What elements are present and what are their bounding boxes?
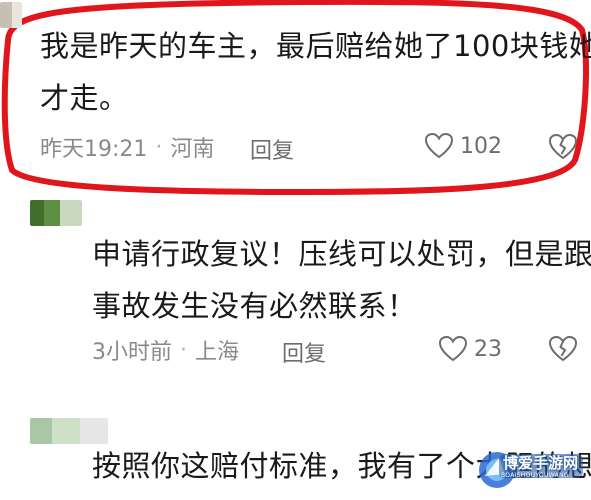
comment-time: 昨天19:21 (40, 137, 148, 162)
heart-icon (438, 335, 468, 362)
comment-text: 申请行政复议！压线可以处罚，但是跟 事故发生没有必然联系！ (92, 228, 591, 332)
comment-text: 按照你这赔付标准，我有了个大胆的想 (92, 440, 591, 492)
comment-line: 才走。 (40, 81, 129, 115)
comment-meta: 3小时前 · 上海 (92, 335, 240, 366)
comment-line: 按照你这赔付标准，我有了个大胆的想 (92, 449, 591, 483)
meta-separator: · (155, 134, 163, 160)
comment-location: 河南 (170, 137, 215, 162)
like-count: 23 (474, 336, 502, 362)
comment-time: 3小时前 (92, 340, 172, 365)
reply-button[interactable]: 回复 (282, 336, 326, 368)
like-count: 102 (460, 133, 502, 159)
broken-heart-icon[interactable] (548, 133, 578, 161)
comment-location: 上海 (195, 340, 240, 365)
comment-meta: 昨天19:21 · 河南 (40, 132, 215, 163)
reply-button[interactable]: 回复 (250, 133, 294, 165)
avatar[interactable] (0, 2, 22, 28)
heart-icon (424, 132, 454, 159)
avatar[interactable] (30, 200, 82, 226)
comment-text: 我是昨天的车主，最后赔给她了100块钱她 才走。 (40, 20, 591, 124)
comment-thread: 我是昨天的车主，最后赔给她了100块钱她 才走。 昨天19:21 · 河南 回复… (0, 0, 591, 500)
comment-line: 事故发生没有必然联系！ (92, 289, 417, 323)
broken-heart-icon[interactable] (548, 335, 578, 363)
like-button[interactable]: 102 (424, 132, 502, 160)
like-button[interactable]: 23 (438, 335, 502, 363)
comment-line: 申请行政复议！压线可以处罚，但是跟 (92, 237, 591, 271)
comment-line: 我是昨天的车主，最后赔给她了100块钱她 (40, 29, 591, 63)
meta-separator: · (180, 337, 187, 363)
